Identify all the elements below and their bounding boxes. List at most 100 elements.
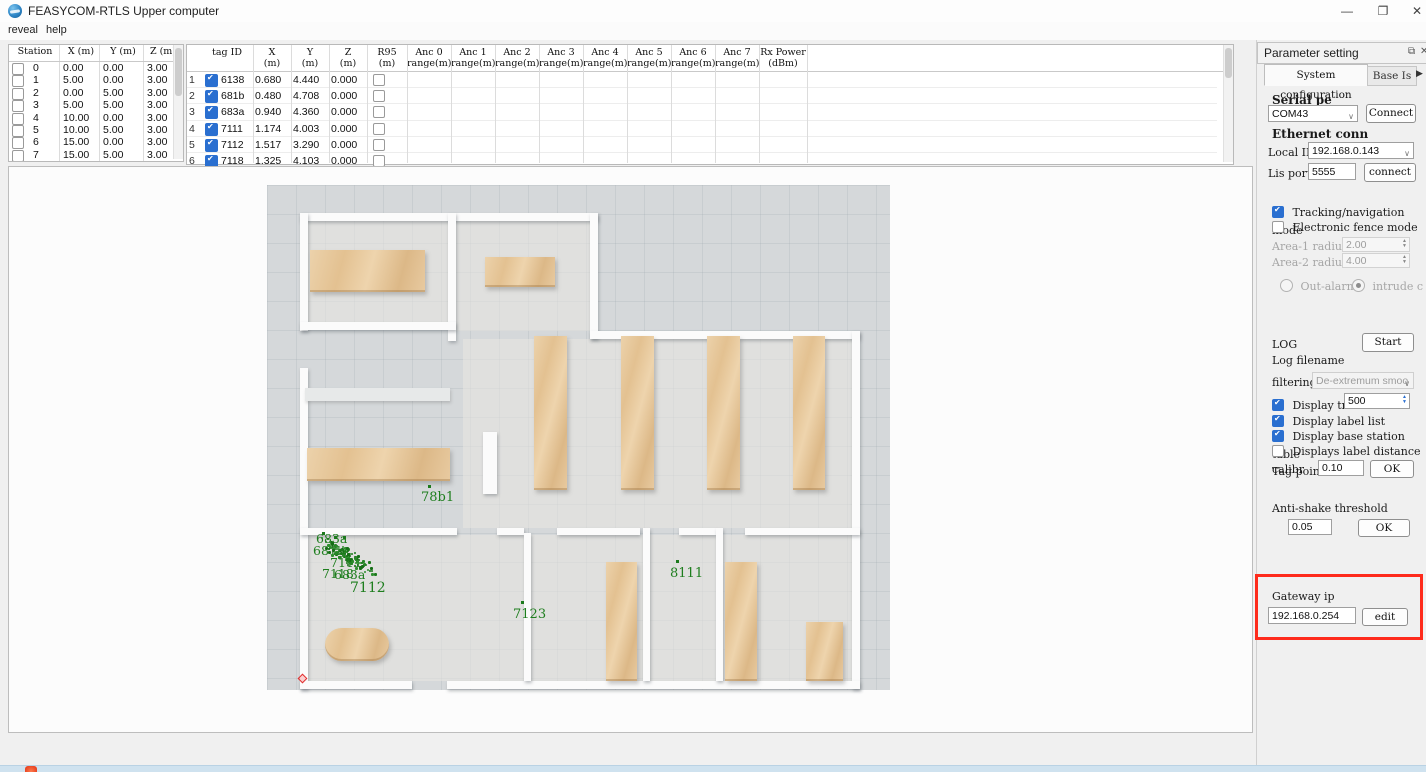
tag-table-row[interactable]: 571121.5173.2900.000 (187, 137, 1217, 153)
tag-y: 4.440 (293, 74, 329, 86)
serial-port-value: COM43 (1272, 108, 1308, 120)
scrollbar-thumb[interactable] (175, 48, 182, 96)
ethernet-label: Ethernet conn (1272, 127, 1368, 141)
station-table-scrollbar[interactable] (173, 45, 183, 159)
menu-item-help[interactable]: help (46, 24, 67, 36)
station-table-row[interactable]: 15.000.003.00 (9, 74, 173, 86)
intrude-radio[interactable]: intrude c (1352, 277, 1423, 295)
row-checkbox[interactable] (12, 63, 24, 75)
spinner-arrows-icon: ▲▼ (1402, 395, 1407, 405)
area1-radius-spinner[interactable]: 2.00 ▲▼ (1342, 237, 1410, 252)
station-z: 3.00 (147, 149, 173, 161)
tab-base-station[interactable]: Base Is (1367, 66, 1417, 86)
tag-y: 4.708 (293, 90, 329, 102)
log-start-button[interactable]: Start (1362, 333, 1414, 352)
ethernet-connect-button[interactable]: connect (1364, 163, 1416, 182)
station-id: 5 (33, 124, 57, 136)
row-checkbox[interactable] (12, 75, 24, 87)
tag-col-header: Anc 6 range(m) (671, 48, 715, 70)
station-y-header: Y (m) (101, 47, 145, 58)
float-panel-icon[interactable]: ⧉ (1408, 46, 1415, 57)
chevron-down-icon: ∨ (1404, 146, 1410, 162)
tag-checkbox[interactable] (205, 123, 218, 136)
station-z: 3.00 (147, 112, 173, 124)
station-table-row[interactable]: 510.005.003.00 (9, 124, 173, 136)
gateway-ip-input[interactable] (1268, 607, 1356, 624)
panel-title-bar: Parameter setting ⧉ ✕ (1257, 42, 1426, 64)
row-checkbox[interactable] (12, 113, 24, 125)
tag-x: 1.517 (255, 139, 291, 151)
tag-checkbox[interactable] (205, 74, 218, 87)
station-y: 0.00 (103, 62, 143, 74)
station-table-row[interactable]: 35.005.003.00 (9, 99, 173, 111)
serial-connect-button[interactable]: Connect (1366, 104, 1416, 123)
area2-radius-spinner[interactable]: 4.00 ▲▼ (1342, 253, 1410, 268)
taskbar[interactable] (0, 765, 1426, 772)
display-track-spinner[interactable]: 500 ▲▼ (1344, 393, 1410, 409)
r95-checkbox[interactable] (373, 90, 385, 102)
tag-table-row[interactable]: 471111.1744.0030.000 (187, 121, 1217, 137)
tag-checkbox[interactable] (205, 106, 218, 119)
minimize-button[interactable]: — (1330, 0, 1364, 22)
station-table-row[interactable]: 715.005.003.00 (9, 149, 173, 161)
station-rows: 00.000.003.0015.000.003.0020.005.003.003… (9, 62, 173, 161)
filtering-select[interactable]: De-extremum smoo ∨ (1312, 372, 1414, 389)
tag-id: 6138 (221, 74, 253, 86)
tag-col-header: Z (m) (329, 48, 367, 70)
restore-button[interactable]: ❐ (1366, 0, 1400, 22)
tag-table-scrollbar[interactable] (1223, 45, 1233, 162)
local-ip-select[interactable]: 192.168.0.143 ∨ (1308, 142, 1414, 159)
row-checkbox[interactable] (12, 88, 24, 100)
row-checkbox[interactable] (12, 137, 24, 149)
tag-point-input[interactable] (1318, 460, 1364, 476)
tag-checkbox[interactable] (205, 90, 218, 103)
title-bar: FEASYCOM-RTLS Upper computer — ❐ ✕ (0, 0, 1426, 22)
tag-col-header: Anc 7 range(m) (715, 48, 759, 70)
tag-table-row[interactable]: 3683a0.9404.3600.000 (187, 104, 1217, 120)
tag-point-ok-button[interactable]: OK (1370, 460, 1414, 478)
menu-item-reveal[interactable]: reveal (8, 24, 38, 36)
station-table-row[interactable]: 20.005.003.00 (9, 87, 173, 99)
gateway-edit-button[interactable]: edit (1362, 608, 1408, 626)
station-x: 5.00 (63, 74, 99, 86)
row-checkbox[interactable] (12, 125, 24, 137)
station-x: 5.00 (63, 99, 99, 111)
tag-checkbox[interactable] (205, 139, 218, 152)
r95-checkbox[interactable] (373, 139, 385, 151)
app-logo-icon (8, 4, 22, 18)
filtering-value: De-extremum smoo (1316, 375, 1408, 387)
station-z: 3.00 (147, 62, 173, 74)
station-z: 3.00 (147, 136, 173, 148)
row-number: 4 (189, 123, 201, 135)
scrollbar-thumb[interactable] (1225, 48, 1232, 78)
r95-checkbox[interactable] (373, 106, 385, 118)
antishake-ok-button[interactable]: OK (1358, 519, 1410, 537)
station-table-row[interactable]: 410.000.003.00 (9, 112, 173, 124)
tag-z: 0.000 (331, 106, 367, 118)
listen-port-input[interactable] (1308, 163, 1356, 180)
taskbar-app-icon[interactable] (25, 766, 37, 772)
serial-port-select[interactable]: COM43 ∨ (1268, 105, 1358, 122)
tag-z: 0.000 (331, 90, 367, 102)
close-panel-icon[interactable]: ✕ (1420, 46, 1426, 57)
close-button[interactable]: ✕ (1400, 0, 1426, 22)
tag-table-row[interactable]: 2681b0.4804.7080.000 (187, 88, 1217, 104)
r95-checkbox[interactable] (373, 123, 385, 135)
station-table-row[interactable]: 00.000.003.00 (9, 62, 173, 74)
wall (447, 681, 860, 689)
tab-system-configuration[interactable]: System configuration (1264, 64, 1368, 86)
r95-checkbox[interactable] (373, 74, 385, 86)
fence-mode-checkbox[interactable]: Electronic fence mode (1272, 218, 1418, 236)
tag-y: 4.360 (293, 106, 329, 118)
tab-scroll-right-icon[interactable]: ▶ (1416, 68, 1423, 79)
tag-id: 681b (221, 90, 253, 102)
station-table-row[interactable]: 615.000.003.00 (9, 136, 173, 148)
area2-value: 4.00 (1346, 255, 1366, 267)
row-checkbox[interactable] (12, 150, 24, 161)
tag-table-row[interactable]: 161380.6804.4400.000 (187, 72, 1217, 88)
antishake-input[interactable] (1288, 519, 1332, 535)
checkbox-unchecked-icon (1272, 221, 1284, 233)
out-alarm-radio[interactable]: Out-alarm (1280, 277, 1357, 295)
row-number: 1 (189, 74, 201, 86)
row-checkbox[interactable] (12, 100, 24, 112)
